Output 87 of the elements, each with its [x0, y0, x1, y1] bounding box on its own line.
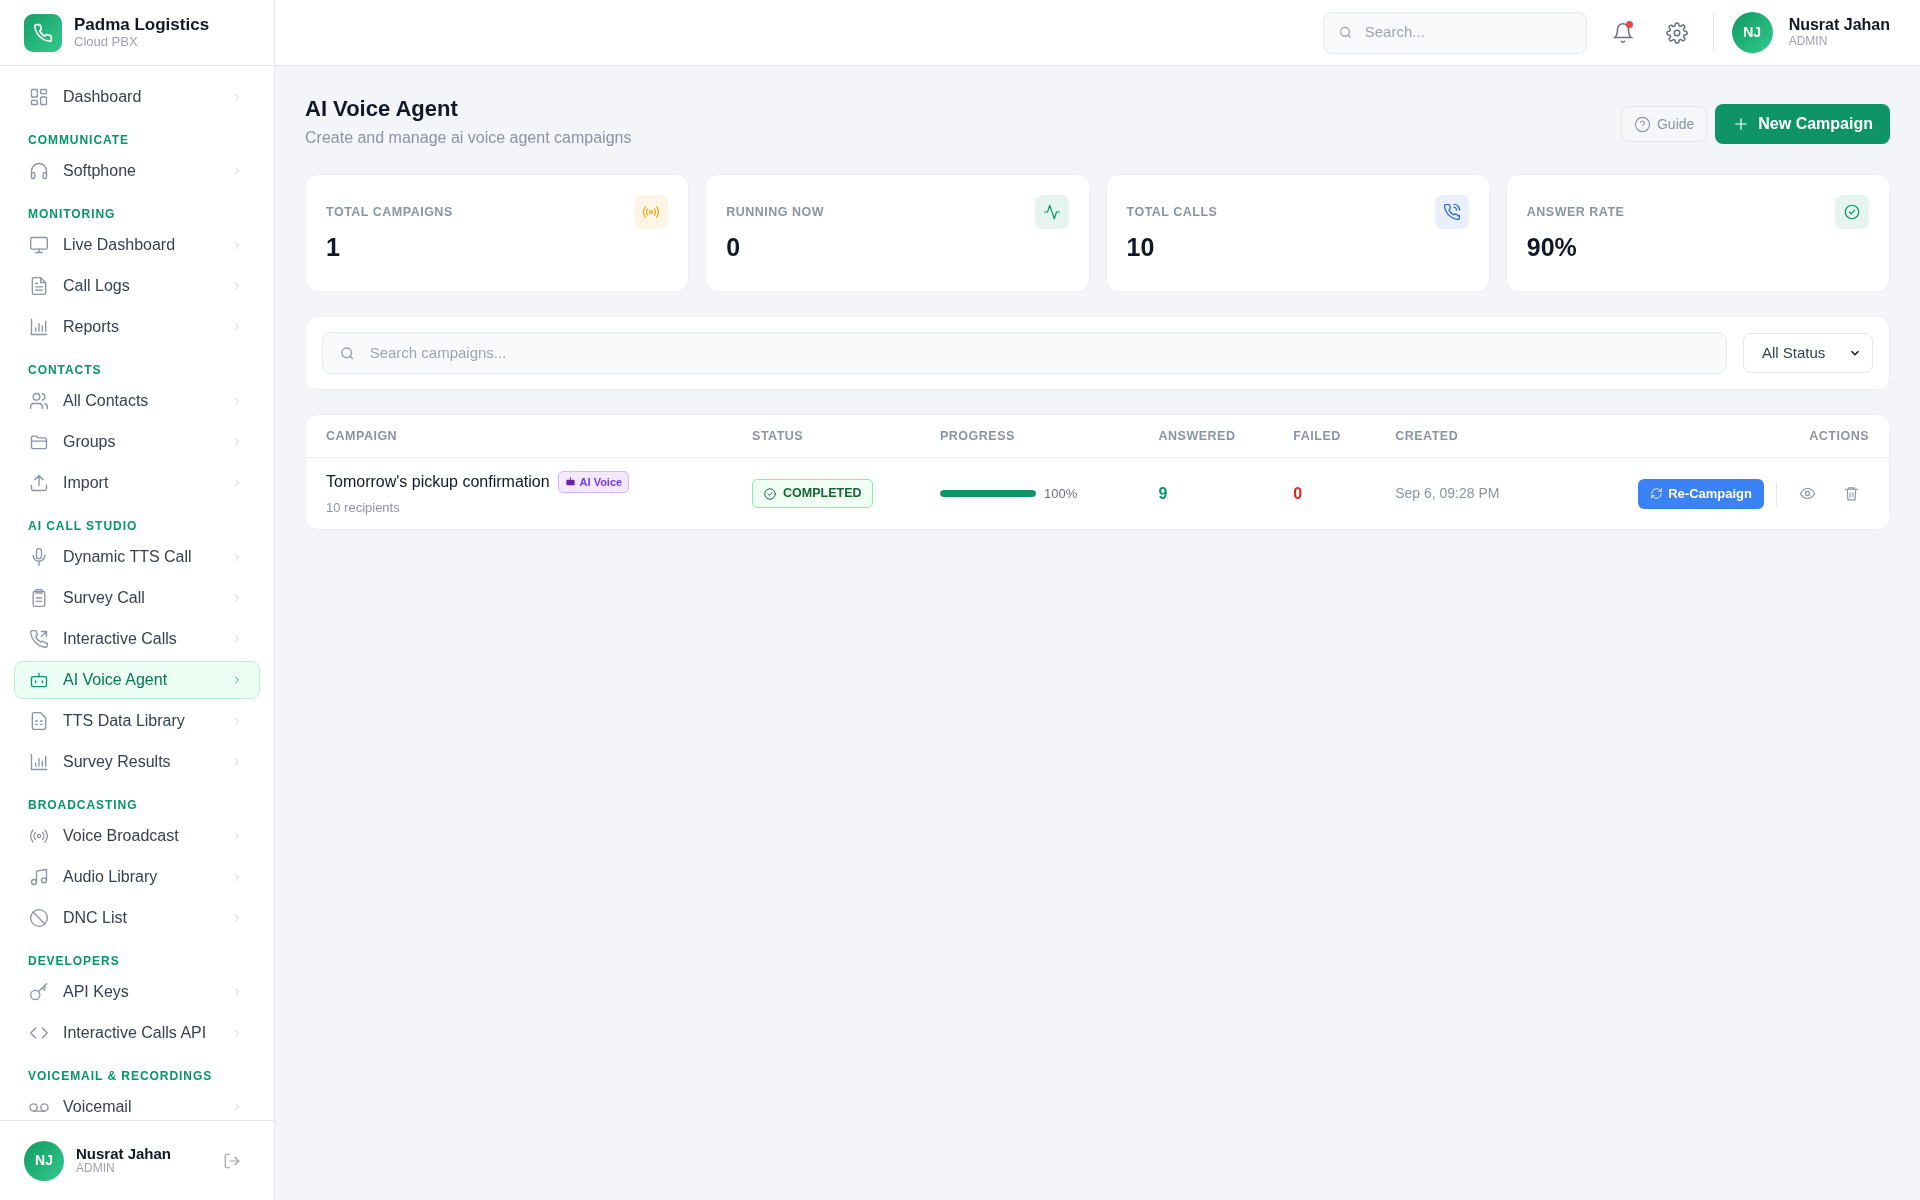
sidebar-item[interactable]: Softphone	[14, 152, 260, 190]
bar-chart-icon	[29, 752, 49, 772]
section-heading: MONITORING	[28, 207, 117, 221]
sidebar-item[interactable]: Dashboard	[14, 78, 260, 116]
created-date: Sep 6, 09:28 PM	[1395, 485, 1500, 502]
sidebar-item[interactable]: Interactive Calls API	[14, 1014, 260, 1052]
phone-icon	[29, 629, 49, 649]
search-box[interactable]: Search...	[1322, 11, 1587, 54]
section-heading: VOICEMAIL & RECORDINGS	[28, 1069, 214, 1083]
music-note-icon	[29, 867, 49, 887]
sidebar-item[interactable]: TTS Data Library	[14, 702, 260, 740]
sidebar-item[interactable]: Import	[14, 464, 260, 502]
help-icon	[1633, 115, 1651, 133]
brand-name: Padma Logistics	[74, 16, 210, 35]
status-filter-dropdown[interactable]: All Status	[1743, 333, 1873, 374]
failed-count: 0	[1293, 484, 1303, 502]
column-header: CREATED	[1375, 415, 1619, 458]
document-icon	[29, 276, 49, 296]
users-icon	[29, 391, 49, 411]
search-icon	[339, 344, 356, 362]
prohibited-icon	[29, 908, 49, 928]
section-heading: CONTACTS	[28, 363, 103, 377]
key-icon	[29, 982, 49, 1002]
stat-label: TOTAL CAMPAIGNS	[326, 204, 453, 222]
campaign-search-field[interactable]: Search campaigns...	[367, 341, 1710, 366]
grid-icon	[29, 87, 49, 107]
column-header: FAILED	[1273, 415, 1376, 458]
user-role: ADMIN	[76, 1162, 116, 1176]
stat-value: 90%	[1526, 232, 1578, 264]
sidebar-item[interactable]: Call Logs	[14, 267, 260, 305]
robot-icon	[564, 476, 576, 488]
sidebar-item[interactable]: Reports	[14, 308, 260, 346]
bell-icon[interactable]	[1611, 21, 1634, 44]
stat-value: 1	[326, 232, 341, 264]
column-header: ACTIONS	[1618, 415, 1889, 458]
sidebar-item[interactable]: Interactive Calls	[14, 620, 260, 658]
upload-icon	[29, 473, 49, 493]
sidebar-item[interactable]: Survey Call	[14, 579, 260, 617]
sidebar-item[interactable]: Voicemail	[14, 1088, 260, 1120]
bar-chart-icon	[29, 317, 49, 337]
sidebar-item[interactable]: Groups	[14, 423, 260, 461]
sidebar-item[interactable]: All Contacts	[14, 382, 260, 420]
status-badge: COMPLETED	[752, 479, 873, 508]
refresh-icon	[1650, 487, 1664, 501]
sidebar-item[interactable]: AI Voice Agent	[14, 661, 260, 699]
progress-percent: 100%	[1044, 484, 1078, 503]
section-heading: AI CALL STUDIO	[28, 519, 139, 533]
stat-label: RUNNING NOW	[726, 204, 825, 222]
sidebar-item[interactable]: Voice Broadcast	[14, 817, 260, 855]
section-heading: COMMUNICATE	[28, 133, 130, 147]
sidebar-item[interactable]: API Keys	[14, 973, 260, 1011]
section-heading: BROADCASTING	[28, 798, 139, 812]
robot-icon	[29, 670, 49, 690]
column-header: CAMPAIGN	[306, 415, 733, 458]
column-header: ANSWERED	[1138, 415, 1274, 458]
section-heading: DEVELOPERS	[28, 954, 121, 968]
monitor-icon	[29, 235, 49, 255]
search-field[interactable]: Search...	[1362, 20, 1572, 45]
sidebar-item[interactable]: Audio Library	[14, 858, 260, 896]
column-header: STATUS	[732, 415, 920, 458]
user-role: ADMIN	[1788, 34, 1829, 49]
sidebar-item[interactable]: Dynamic TTS Call	[14, 538, 260, 576]
sidebar-item[interactable]: Live Dashboard	[14, 226, 260, 264]
spreadsheet-icon	[29, 711, 49, 731]
stat-label: ANSWER RATE	[1526, 204, 1625, 222]
sidebar-item[interactable]: Survey Results	[14, 743, 260, 781]
user-name: Nusrat Jahan	[1788, 16, 1890, 35]
headphones-icon	[29, 161, 49, 181]
ai-voice-tag: AI Voice	[557, 470, 630, 494]
answered-count: 9	[1158, 484, 1168, 502]
column-header: PROGRESS	[920, 415, 1139, 458]
recipient-count: 10 recipients	[326, 498, 401, 517]
sidebar-item[interactable]: DNC List	[14, 899, 260, 937]
campaign-search-box[interactable]: Search campaigns...	[322, 332, 1727, 375]
new-campaign-button[interactable]: New Campaign	[1715, 104, 1890, 144]
stat-label: TOTAL CALLS	[1126, 204, 1218, 222]
page-subtitle: Create and manage ai voice agent campaigns	[305, 128, 632, 149]
voicemail-icon	[29, 1102, 49, 1112]
campaign-name: Tomorrow's pickup confirmation	[326, 471, 550, 492]
stat-value: 10	[1126, 232, 1156, 264]
user-name: Nusrat Jahan	[76, 1144, 173, 1163]
brand-subtitle: Cloud PBX	[74, 34, 139, 49]
re-campaign-button[interactable]: Re-Campaign	[1638, 478, 1764, 509]
page-title: AI Voice Agent	[305, 96, 459, 123]
search-icon	[1337, 24, 1353, 41]
stat-value: 0	[726, 232, 742, 264]
logo-icon	[24, 13, 62, 52]
